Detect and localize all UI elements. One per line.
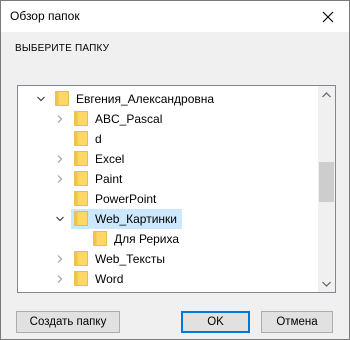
expand-toggle[interactable]	[54, 269, 66, 289]
close-button[interactable]	[307, 1, 349, 32]
chevron-right-icon	[57, 155, 63, 163]
dialog-title: Обзор папок	[10, 9, 80, 23]
tree-item-label: ABC_Pascal	[95, 112, 163, 126]
tree-item[interactable]: Web_Тексты	[18, 249, 318, 269]
scroll-thumb[interactable]	[319, 162, 334, 202]
chevron-right-icon	[57, 115, 63, 123]
title-bar: Обзор папок	[1, 1, 349, 32]
folder-icon	[93, 231, 107, 246]
chevron-right-icon	[57, 175, 63, 183]
tree-item-label: Excel	[95, 152, 125, 166]
chevron-right-icon	[57, 255, 63, 263]
chevron-down-icon	[56, 216, 64, 222]
folder-icon	[74, 251, 88, 266]
tree-item[interactable]: PowerPoint	[18, 189, 318, 209]
tree-item-label: Web_Картинки	[95, 212, 177, 226]
tree-item-label: Web_Тексты	[95, 252, 165, 266]
tree-item-label: Евгения_Александровна	[76, 92, 215, 106]
close-icon	[322, 11, 334, 22]
chevron-right-icon	[57, 275, 63, 283]
expand-toggle[interactable]	[54, 209, 66, 229]
chevron-up-icon	[322, 91, 331, 97]
tree-item-label: PowerPoint	[95, 192, 157, 206]
instruction-text: ВЫБЕРИТЕ ПАПКУ	[15, 43, 110, 54]
tree-item[interactable]: ABC_Pascal	[18, 109, 318, 129]
tree-item[interactable]: Word	[18, 269, 318, 289]
tree-item[interactable]: Евгения_Александровна	[18, 89, 318, 109]
tree-item-label: d	[95, 132, 102, 146]
folder-icon	[74, 171, 88, 186]
expand-toggle[interactable]	[35, 89, 47, 109]
folder-icon	[74, 111, 88, 126]
ok-button[interactable]: OK	[181, 311, 250, 333]
folder-icon	[74, 131, 88, 146]
tree-item[interactable]: Paint	[18, 169, 318, 189]
tree-item-label: Для Рериха	[114, 232, 180, 246]
folder-tree[interactable]: Евгения_Александровна ABC_Pascald Excel Pai…	[17, 85, 336, 293]
browse-folder-dialog: Обзор папок ВЫБЕРИТЕ ПАПКУ Евгения_Алекс…	[0, 0, 350, 340]
scroll-down-button[interactable]	[318, 275, 335, 292]
tree-item[interactable]: Excel	[18, 149, 318, 169]
chevron-down-icon	[322, 281, 331, 287]
expand-toggle[interactable]	[54, 249, 66, 269]
folder-icon	[74, 191, 88, 206]
folder-icon	[74, 271, 88, 286]
folder-icon	[55, 91, 69, 106]
tree-item-label: Word	[95, 272, 124, 286]
tree-content: Евгения_Александровна ABC_Pascald Excel Pai…	[18, 86, 318, 292]
folder-icon	[74, 211, 88, 226]
tree-item-label: Paint	[95, 172, 123, 186]
scroll-up-button[interactable]	[318, 86, 335, 103]
cancel-button[interactable]: Отмена	[261, 311, 333, 333]
tree-item[interactable]: d	[18, 129, 318, 149]
tree-item[interactable]: Для Рериха	[18, 229, 318, 249]
vertical-scrollbar[interactable]	[318, 86, 335, 292]
expand-toggle[interactable]	[54, 109, 66, 129]
chevron-down-icon	[37, 96, 45, 102]
tree-item[interactable]: Web_Картинки	[18, 209, 318, 229]
expand-toggle[interactable]	[54, 149, 66, 169]
expand-toggle[interactable]	[54, 169, 66, 189]
new-folder-button[interactable]: Создать папку	[16, 311, 120, 333]
folder-icon	[74, 151, 88, 166]
